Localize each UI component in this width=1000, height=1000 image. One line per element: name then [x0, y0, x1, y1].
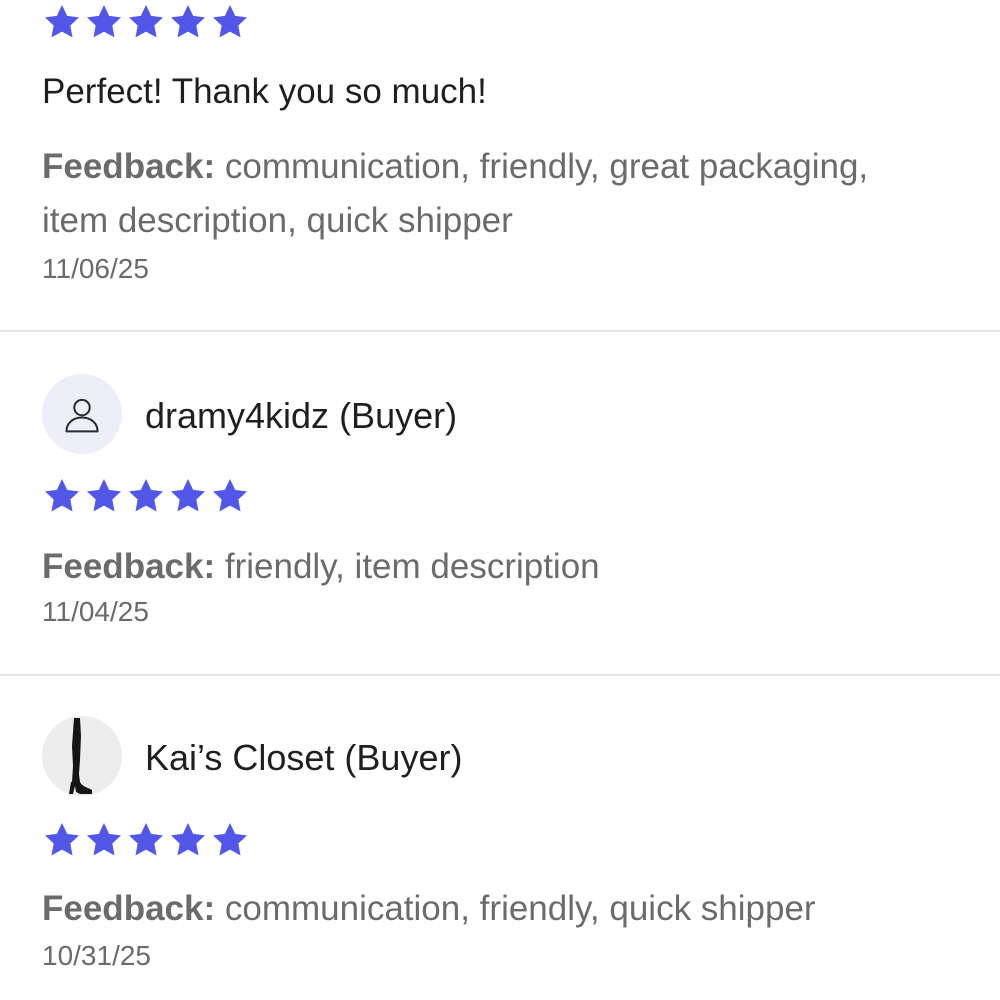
star-icon	[168, 820, 208, 860]
review-date: 11/06/25	[42, 253, 149, 284]
avatar[interactable]	[42, 374, 122, 454]
star-icon	[210, 2, 250, 42]
star-icon	[210, 476, 250, 516]
star-icon	[126, 476, 166, 516]
review-card: Perfect! Thank you so much! Feedback: co…	[0, 0, 1000, 330]
feedback-label: Feedback:	[42, 889, 216, 928]
reviewer-name[interactable]: Kai’s Closet (Buyer)	[145, 736, 462, 780]
star-icon	[84, 820, 124, 860]
star-icon	[42, 476, 82, 516]
star-icon	[84, 476, 124, 516]
user-outline-icon	[65, 398, 99, 433]
review-feedback: Feedback: communication, friendly, great…	[42, 140, 942, 248]
feedback-label: Feedback:	[42, 147, 216, 186]
reviewer-name[interactable]: dramy4kidz (Buyer)	[145, 394, 457, 438]
star-icon	[168, 2, 208, 42]
review-date: 11/04/25	[42, 596, 149, 627]
star-rating	[42, 2, 250, 42]
review-feedback: Feedback: communication, friendly, quick…	[42, 882, 942, 936]
feedback-text: friendly, item description	[224, 547, 600, 586]
feedback-label: Feedback:	[42, 547, 216, 586]
boot-photo	[69, 718, 92, 795]
feedback-text: communication, friendly, quick shipper	[224, 889, 816, 928]
star-icon	[126, 820, 166, 860]
star-icon	[210, 820, 250, 860]
star-rating	[42, 820, 250, 860]
review-date: 10/31/25	[42, 940, 151, 971]
star-icon	[126, 2, 166, 42]
star-icon	[168, 476, 208, 516]
avatar[interactable]	[42, 716, 122, 796]
review-comment: Perfect! Thank you so much!	[42, 72, 487, 111]
review-card: dramy4kidz (Buyer) Feedback: friendly, i…	[0, 332, 1000, 674]
review-feedback: Feedback: friendly, item description	[42, 540, 942, 594]
star-rating	[42, 476, 250, 516]
star-icon	[84, 2, 124, 42]
star-icon	[42, 820, 82, 860]
review-card: Kai’s Closet (Buyer) Feedback: communica…	[0, 676, 1000, 1000]
star-icon	[42, 2, 82, 42]
